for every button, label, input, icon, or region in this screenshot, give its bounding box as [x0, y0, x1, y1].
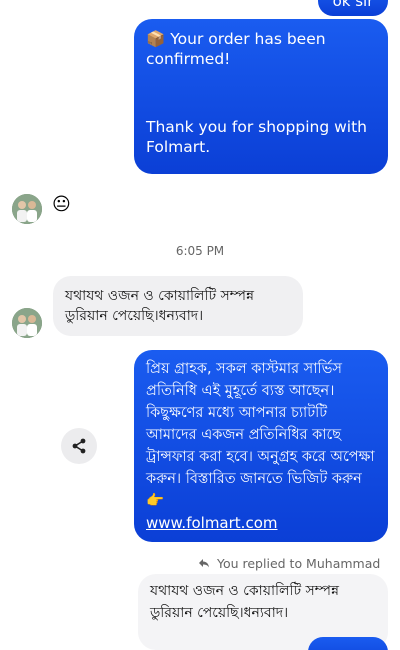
avatar[interactable]	[12, 308, 42, 338]
outgoing-message-order-confirmed[interactable]: 📦 Your order has been confirmed! Thank y…	[134, 19, 388, 174]
outgoing-message-top[interactable]: ok sir	[318, 0, 388, 16]
outgoing-message-auto-reply[interactable]: প্রিয় গ্রাহক, সকল কাস্টমার সার্ভিস প্রত…	[134, 350, 388, 542]
time-divider: 6:05 PM	[175, 244, 225, 258]
message-text-line2: Thank you for shopping with Folmart.	[146, 118, 368, 156]
reply-note: You replied to Muhammad	[198, 556, 380, 571]
share-button[interactable]	[61, 428, 97, 464]
message-text: প্রিয় গ্রাহক, সকল কাস্টমার সার্ভিস প্রত…	[146, 361, 375, 509]
message-text: ok sir	[332, 0, 374, 10]
incoming-message[interactable]: যথাযথ ওজন ও কোয়ালিটি সম্পন্ন ডুরিয়ান প…	[53, 276, 303, 336]
website-link[interactable]: www.folmart.com	[146, 514, 277, 532]
message-text: যথাযথ ওজন ও কোয়ালিটি সম্পন্ন ডুরিয়ান প…	[65, 288, 254, 324]
avatar[interactable]	[12, 194, 42, 224]
reply-arrow-icon	[198, 556, 210, 571]
reply-note-text: You replied to Muhammad	[216, 556, 381, 571]
message-text: যথাযথ ওজন ও কোয়ালিটি সম্পন্ন ডুরিয়ান প…	[150, 583, 339, 621]
avatar-photo-icon	[12, 194, 42, 224]
reaction-emoji[interactable]: 😐	[52, 193, 71, 217]
message-text-line1: 📦 Your order has been confirmed!	[146, 30, 326, 68]
share-icon	[72, 438, 86, 454]
outgoing-message-partial[interactable]	[308, 637, 388, 650]
avatar-photo-icon	[12, 308, 42, 338]
